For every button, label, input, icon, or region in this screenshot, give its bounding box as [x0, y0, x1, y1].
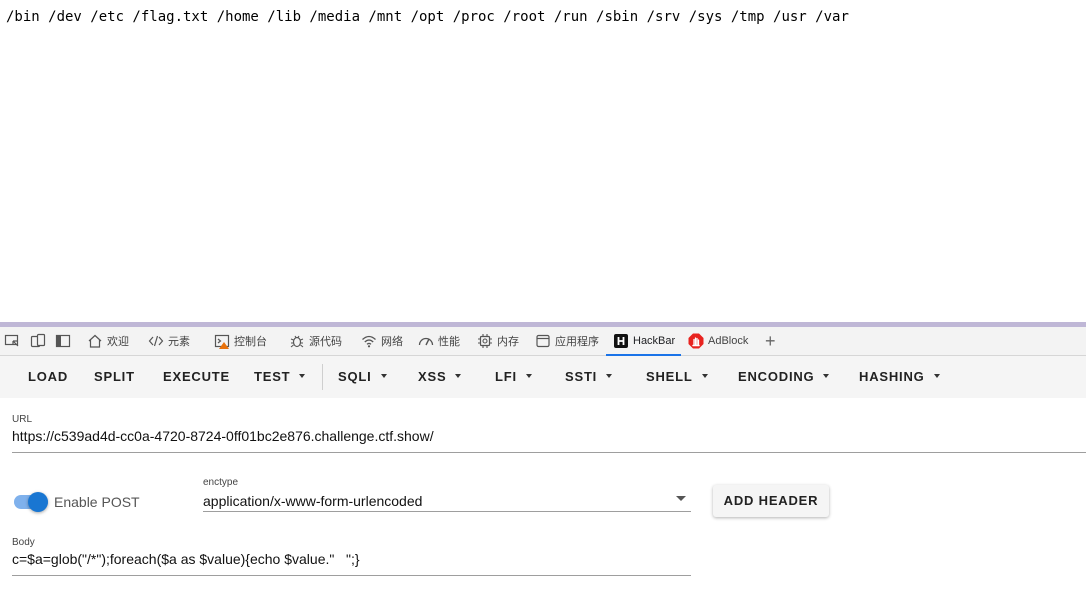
execute-button-label: EXECUTE [163, 369, 231, 384]
enctype-underline [203, 511, 691, 512]
device-toolbar-icon[interactable] [30, 333, 46, 349]
add-tab-button[interactable]: + [765, 327, 776, 355]
plus-icon: + [765, 330, 776, 351]
devtools-tab-bar: 欢迎 元素 控制台 源代码 网络 性能 内存 应用程序 HackBar AdBl… [0, 327, 1086, 356]
chevron-down-icon [933, 373, 940, 378]
inspect-element-icon[interactable] [4, 333, 20, 349]
url-label: URL [12, 414, 33, 425]
tab-label: 源代码 [309, 336, 342, 348]
tab-label: AdBlock [708, 335, 749, 347]
hashing-menu-label: HASHING [859, 369, 925, 384]
url-underline [12, 452, 1086, 453]
tab-sources[interactable]: 源代码 [289, 327, 342, 355]
wifi-icon [362, 335, 376, 348]
dropdown-arrow-icon[interactable] [676, 496, 686, 501]
tab-label: 性能 [438, 336, 460, 348]
body-label: Body [12, 537, 35, 548]
tab-adblock[interactable]: AdBlock [688, 327, 748, 355]
test-menu-button[interactable]: TEST [254, 356, 306, 398]
directory-listing-text: /bin /dev /etc /flag.txt /home /lib /med… [6, 9, 849, 25]
chevron-down-icon [823, 373, 830, 378]
tab-label: 欢迎 [107, 336, 129, 348]
sqli-menu-button[interactable]: SQLI [338, 356, 387, 398]
test-menu-label: TEST [254, 369, 291, 384]
tab-label: 网络 [381, 336, 403, 348]
chip-icon [478, 334, 492, 348]
load-button[interactable]: LOAD [28, 356, 68, 398]
toolbar-divider [322, 364, 323, 390]
tab-elements[interactable]: 元素 [148, 327, 190, 355]
chevron-down-icon [455, 373, 462, 378]
tab-network[interactable]: 网络 [361, 327, 403, 355]
tab-label: 内存 [497, 336, 519, 348]
xss-menu-button[interactable]: XSS [418, 356, 462, 398]
page-output: /bin /dev /etc /flag.txt /home /lib /med… [0, 0, 1086, 322]
hackbar-icon [614, 333, 628, 348]
bug-icon [290, 335, 304, 348]
enable-post-label: Enable POST [54, 494, 140, 510]
xss-menu-label: XSS [418, 369, 447, 384]
add-header-button[interactable]: ADD HEADER [713, 485, 829, 517]
chevron-down-icon [380, 373, 387, 378]
chevron-down-icon [525, 373, 532, 378]
tab-hackbar[interactable]: HackBar [606, 327, 682, 356]
console-icon [214, 334, 230, 349]
encoding-menu-button[interactable]: ENCODING [738, 356, 830, 398]
toggle-knob[interactable] [28, 492, 48, 512]
tab-application[interactable]: 应用程序 [535, 327, 599, 355]
tab-label: 元素 [168, 336, 190, 348]
url-input[interactable]: https://c539ad4d-cc0a-4720-8724-0ff01bc2… [12, 428, 434, 444]
tab-label: HackBar [633, 334, 676, 347]
lfi-menu-label: LFI [495, 369, 517, 384]
gauge-icon [418, 337, 434, 346]
encoding-menu-label: ENCODING [738, 369, 815, 384]
tab-console[interactable]: 控制台 [214, 327, 267, 355]
tab-memory[interactable]: 内存 [477, 327, 519, 355]
enctype-label: enctype [203, 477, 239, 488]
body-input[interactable]: c=$a=glob("/*");foreach($a as $value){ec… [12, 551, 360, 567]
shell-menu-button[interactable]: SHELL [646, 356, 708, 398]
load-button-label: LOAD [28, 369, 69, 384]
split-button-label: SPLIT [94, 369, 135, 384]
execute-button[interactable]: EXECUTE [163, 356, 230, 398]
ssti-menu-button[interactable]: SSTI [565, 356, 613, 398]
tab-label: 应用程序 [555, 336, 599, 348]
hackbar-toolbar: LOAD SPLIT EXECUTE TEST SQLI XSS LFI SST… [0, 356, 1086, 398]
window-icon [536, 334, 550, 348]
sqli-menu-label: SQLI [338, 369, 372, 384]
enctype-value[interactable]: application/x-www-form-urlencoded [203, 493, 422, 509]
hashing-menu-button[interactable]: HASHING [859, 356, 940, 398]
tab-welcome[interactable]: 欢迎 [87, 327, 129, 355]
body-underline [12, 575, 691, 576]
lfi-menu-button[interactable]: LFI [495, 356, 532, 398]
tab-label: 控制台 [234, 336, 267, 348]
code-icon [148, 335, 164, 347]
chevron-down-icon [701, 373, 708, 378]
sidebar-panel-icon[interactable] [55, 333, 71, 349]
adblock-icon [688, 333, 704, 349]
split-button[interactable]: SPLIT [94, 356, 135, 398]
home-icon [88, 334, 102, 348]
chevron-down-icon [299, 373, 306, 378]
chevron-down-icon [606, 373, 613, 378]
shell-menu-label: SHELL [646, 369, 693, 384]
ssti-menu-label: SSTI [565, 369, 598, 384]
tab-performance[interactable]: 性能 [418, 327, 460, 355]
